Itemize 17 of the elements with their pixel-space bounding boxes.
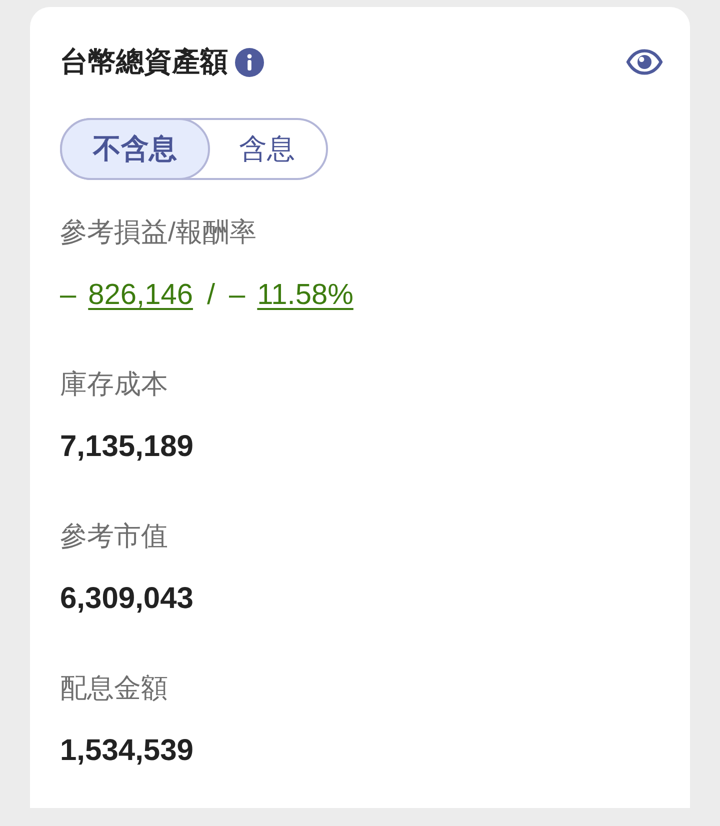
eye-icon[interactable] — [626, 49, 663, 75]
separator: / — [206, 278, 216, 313]
metric-value: 6,309,043 — [60, 581, 194, 617]
metric-value: 7,135,189 — [60, 429, 194, 465]
minus-sign: – — [229, 278, 246, 313]
metric-label: 參考市值 — [60, 520, 168, 553]
return-rate-link[interactable]: 11.58% — [257, 275, 354, 315]
minus-sign: – — [60, 278, 76, 313]
metric-label: 配息金額 — [60, 672, 168, 705]
profit-amount-link[interactable]: 826,146 — [88, 275, 193, 315]
info-icon[interactable] — [235, 48, 264, 76]
toggle-tab[interactable]: 含息 — [208, 120, 326, 178]
card-title: 台幣總資產額 — [60, 45, 228, 79]
profit-label: 參考損益/報酬率 — [60, 216, 257, 249]
toggle-tab[interactable]: 不含息 — [60, 118, 210, 180]
metric-label: 庫存成本 — [60, 368, 168, 401]
metric-value: 1,534,539 — [60, 733, 194, 769]
